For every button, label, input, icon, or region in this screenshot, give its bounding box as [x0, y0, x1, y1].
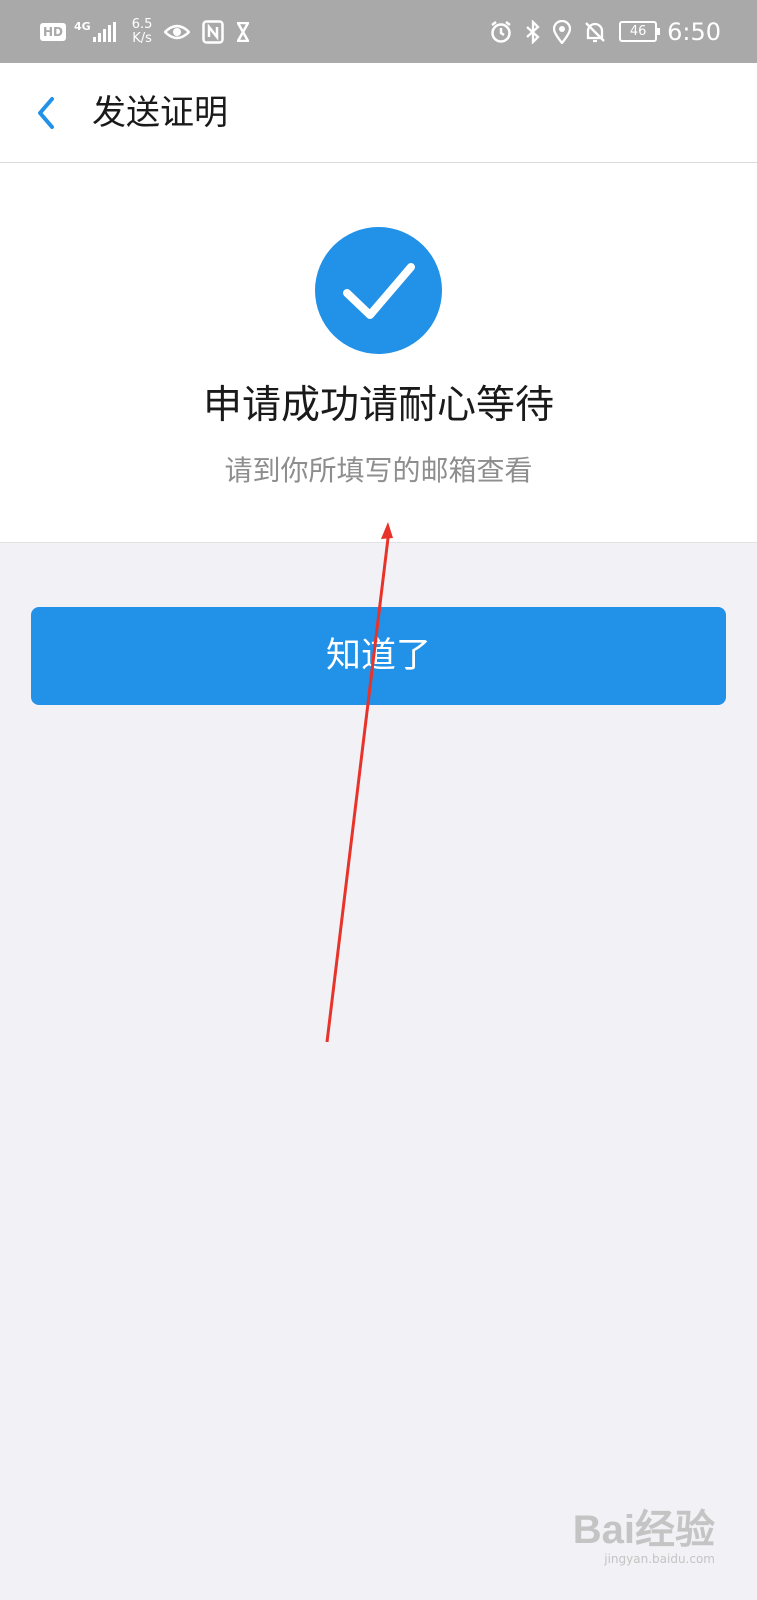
result-subtitle: 请到你所填写的邮箱查看	[224, 454, 533, 487]
result-card: 申请成功请耐心等待 请到你所填写的邮箱查看	[0, 163, 757, 543]
hd-badge: HD	[40, 22, 67, 41]
hourglass-icon	[237, 21, 250, 42]
navigation-bar: 发送证明	[0, 63, 757, 163]
check-circle-icon	[315, 227, 442, 354]
status-bar: HD 4G 6.5 K/s 46 6:50	[0, 0, 757, 63]
signal-strength-icon	[92, 21, 118, 42]
page-title: 发送证明	[92, 93, 228, 133]
network-type: 4G	[74, 20, 91, 33]
chevron-left-icon	[38, 97, 54, 129]
alarm-icon	[491, 20, 511, 43]
back-button[interactable]	[26, 85, 70, 141]
location-icon	[553, 19, 572, 44]
net-speed-unit: K/s	[132, 30, 152, 46]
eye-icon	[164, 24, 191, 39]
net-speed-value: 6.5	[131, 16, 153, 32]
watermark-logo: Bai经验	[572, 1508, 715, 1552]
status-time: 6:50	[667, 17, 721, 46]
bluetooth-icon	[526, 19, 540, 44]
network-speed: 6.5 K/s	[131, 16, 153, 46]
watermark: Bai经验 jingyan.baidu.com	[573, 1508, 715, 1566]
nfc-icon	[202, 19, 225, 44]
watermark-url: jingyan.baidu.com	[604, 1552, 715, 1566]
result-title: 申请成功请耐心等待	[202, 383, 554, 428]
battery-indicator: 46	[619, 21, 661, 42]
mute-bell-icon	[585, 21, 605, 42]
confirm-button[interactable]: 知道了	[31, 607, 726, 705]
